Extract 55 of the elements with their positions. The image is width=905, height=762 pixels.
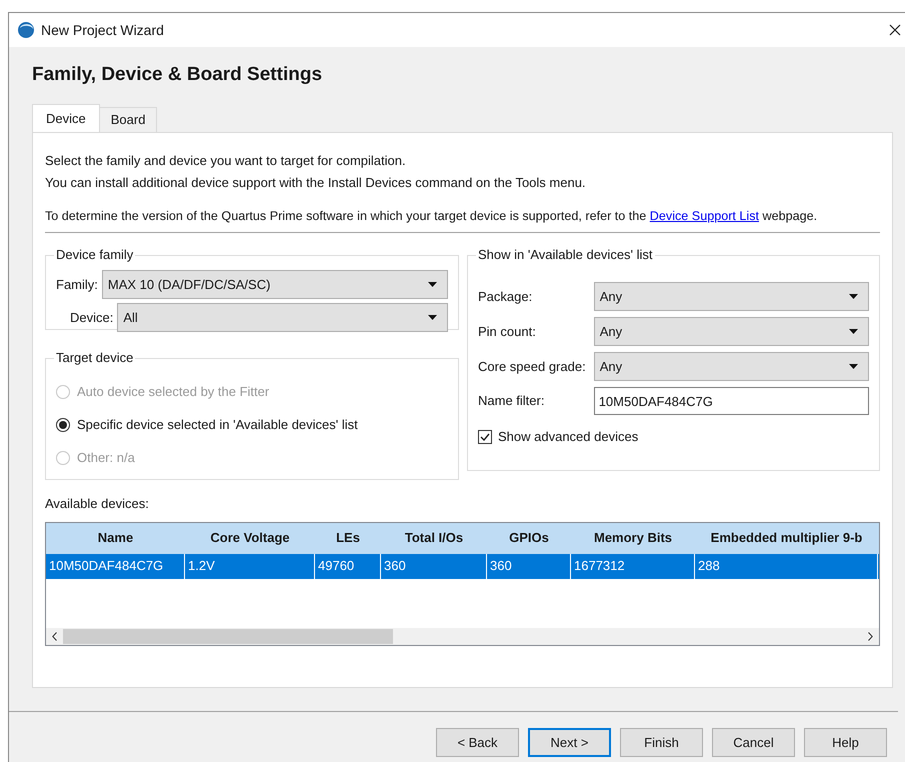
dialog-button[interactable]: Cancel (712, 728, 795, 757)
device-support-link[interactable]: Device Support List (650, 209, 759, 223)
table-cell: 1.2V (185, 554, 315, 578)
dropdown[interactable]: Any (594, 352, 869, 381)
column-header[interactable]: GPIOs (487, 522, 571, 554)
column-header[interactable]: Embedded multiplier 9-b (695, 522, 878, 554)
caret-icon (849, 294, 858, 299)
table-cell: 49760 (315, 554, 381, 578)
dropdown[interactable]: Any (594, 317, 869, 346)
field-label: Name filter: (478, 392, 546, 410)
horizontal-scrollbar[interactable] (46, 628, 879, 644)
table-cell: 360 (487, 554, 571, 578)
tab[interactable]: Board (100, 107, 158, 132)
caret-icon (428, 282, 437, 287)
column-header[interactable]: Name (46, 522, 185, 554)
advanced-checkbox[interactable]: Show advanced devices (478, 427, 869, 446)
intro-text: Select the family and device you want to target for compilation. (45, 152, 407, 170)
checkmark-icon (480, 432, 490, 441)
caret-icon (849, 364, 858, 369)
table-cell: 288 (695, 554, 878, 578)
dialog-button[interactable]: Next > (528, 728, 611, 757)
name-filter-field[interactable]: 10M50DAF484C7G (594, 387, 869, 415)
column-header[interactable]: Core Voltage (185, 522, 315, 554)
dialog-button[interactable]: < Back (436, 728, 519, 757)
column-header[interactable]: Total I/Os (381, 522, 487, 554)
page-heading: Family, Device & Board Settings (32, 63, 324, 87)
support-note: To determine the version of the Quartus Prime software in which your target device is supported, refer to the Device Support List webpage. (45, 208, 818, 225)
field-label: Package: (478, 288, 534, 306)
table-cell: 10M50DAF484C7G (46, 554, 185, 578)
scroll-right-icon[interactable] (868, 632, 873, 640)
scrollbar-thumb[interactable] (63, 628, 393, 644)
field-label: Core speed grade: (478, 358, 587, 376)
window-title: New Project Wizard (41, 20, 164, 40)
radio-option[interactable]: Specific device selected in 'Available devices' list (56, 414, 448, 435)
caret-icon (849, 329, 858, 334)
dropdown[interactable]: MAX 10 (DA/DF/DC/SA/SC) (102, 270, 448, 299)
field-label: Device: (70, 308, 114, 327)
scroll-left-icon[interactable] (52, 632, 57, 640)
app-icon (17, 21, 35, 39)
column-header[interactable]: Memory Bits (571, 522, 695, 554)
table-row[interactable]: 10M50DAF484C7G 1.2V 49760 360 360 1677312 288 (46, 554, 879, 578)
tab[interactable]: Device (32, 104, 100, 132)
dialog-button[interactable]: Finish (620, 728, 703, 757)
close-icon[interactable] (889, 24, 901, 36)
dropdown[interactable]: All (117, 303, 448, 332)
table-cell: 1677312 (571, 554, 695, 578)
field-label: Family: (56, 276, 98, 294)
table-cell: 360 (381, 554, 487, 578)
caret-icon (428, 315, 437, 320)
available-devices-label: Available devices: (45, 495, 150, 513)
field-label: Pin count: (478, 322, 537, 341)
column-header[interactable]: LEs (315, 522, 381, 554)
dialog-button[interactable]: Help (804, 728, 887, 757)
intro-text: You can install additional device support with the Install Devices command on the Tools menu. (45, 174, 587, 192)
dropdown[interactable]: Any (594, 282, 869, 311)
